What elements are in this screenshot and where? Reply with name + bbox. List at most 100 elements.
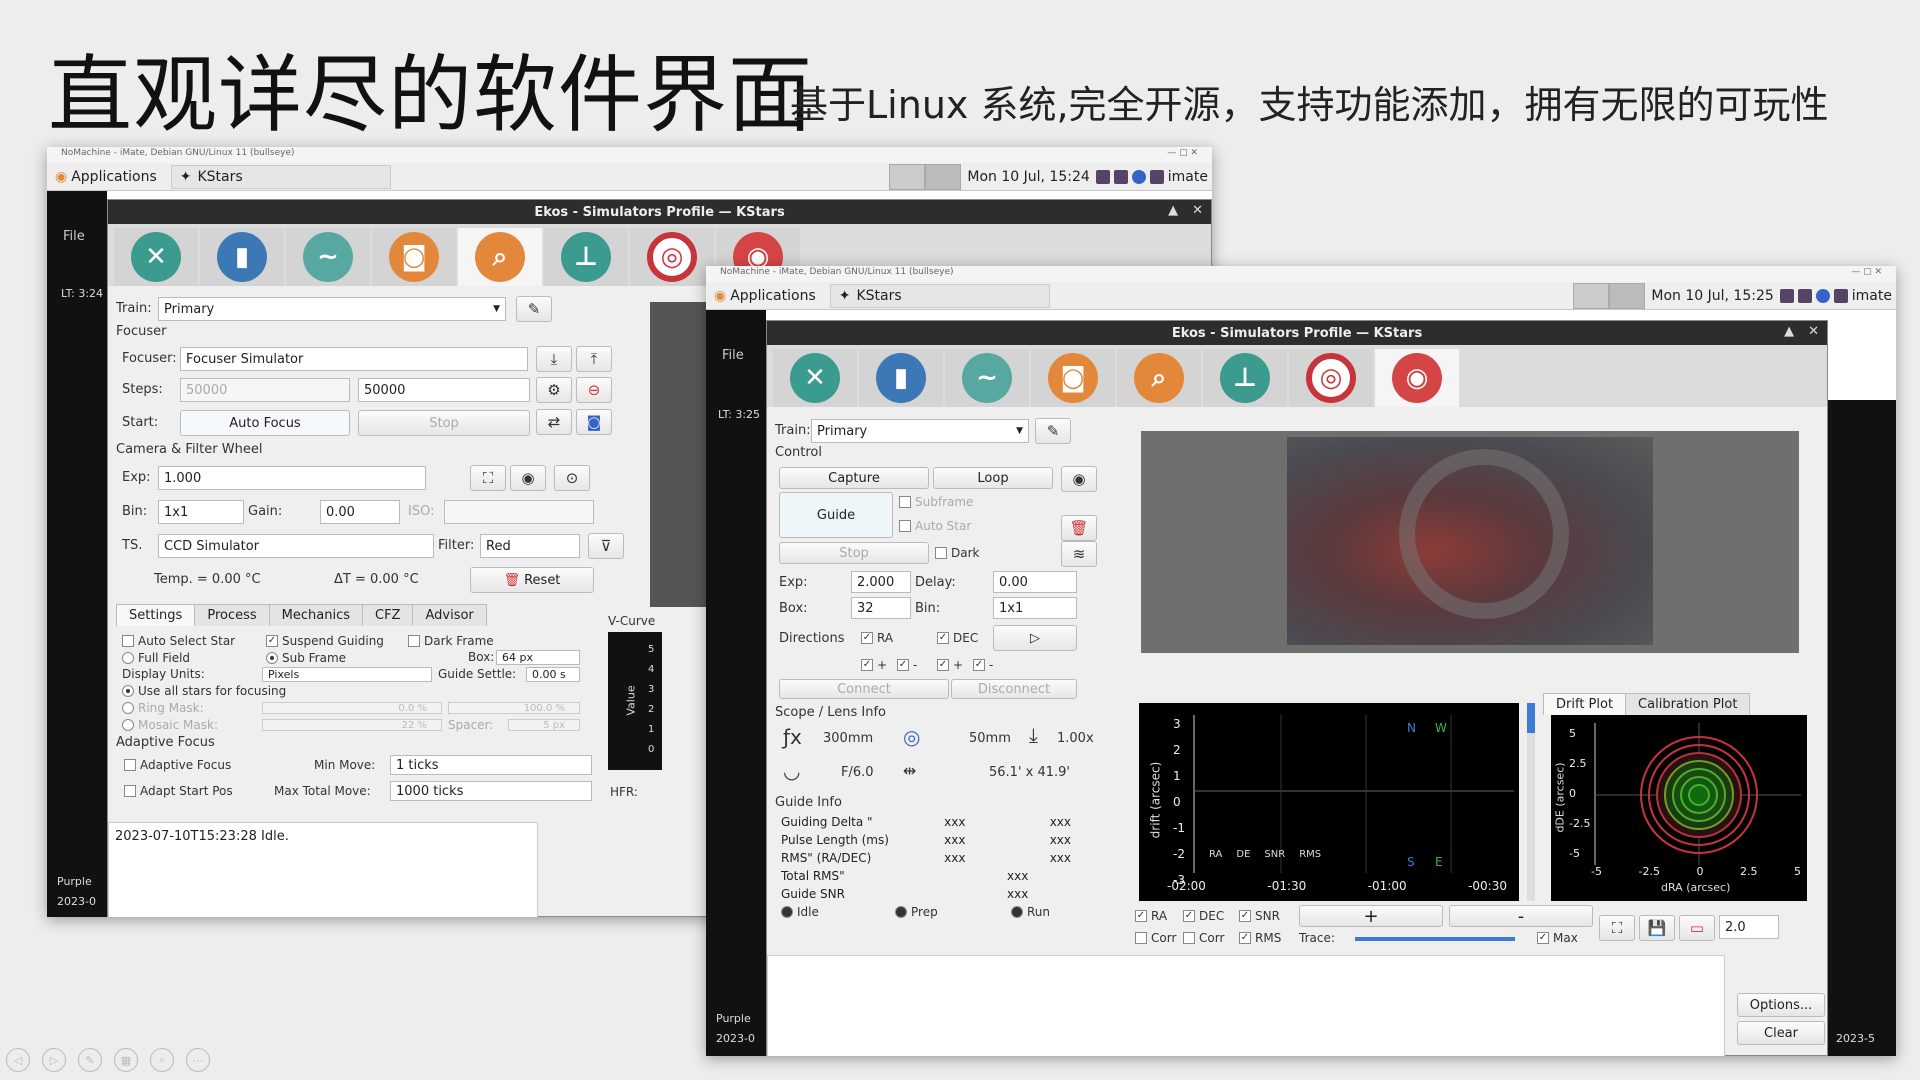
show-desktop-button-right[interactable]: [1573, 282, 1610, 309]
applications-menu-right[interactable]: ◉ Applications: [706, 288, 824, 304]
steps-target-field[interactable]: 50000: [358, 378, 530, 402]
stop-guide-button[interactable]: Stop: [779, 542, 929, 564]
exposure-field[interactable]: 1.000: [158, 466, 426, 490]
max-total-move-field[interactable]: 1000 ticks: [390, 781, 592, 801]
capture-button[interactable]: Capture: [779, 467, 929, 489]
tab-scheduler[interactable]: ▮: [200, 228, 284, 286]
adaptive-focus-checkbox[interactable]: Adaptive Focus: [124, 758, 231, 772]
workspace-button[interactable]: [925, 163, 962, 190]
tab-analyze[interactable]: ~: [286, 228, 370, 286]
bluetooth-icon[interactable]: [1815, 288, 1830, 303]
keep-above-icon[interactable]: ▲: [1168, 203, 1178, 218]
steps-field[interactable]: 50000: [180, 378, 350, 402]
file-menu[interactable]: File: [63, 229, 85, 244]
focuser-select[interactable]: Focuser Simulator: [180, 347, 528, 371]
ring-mask-radio[interactable]: Ring Mask:: [122, 701, 204, 715]
delay-field[interactable]: 0.00: [993, 571, 1077, 593]
zoom-in-button[interactable]: +: [1299, 905, 1443, 927]
tab-guide[interactable]: ◉: [1375, 349, 1459, 407]
network-icon[interactable]: [1779, 288, 1794, 303]
ra-direction-checkbox[interactable]: ✓ RA: [861, 631, 893, 645]
spacer-field[interactable]: 5 px: [508, 719, 580, 731]
frame-icon-button[interactable]: ⛶: [470, 465, 506, 491]
bluetooth-icon[interactable]: [1131, 169, 1146, 184]
iso-select[interactable]: [444, 500, 594, 524]
clear-star-button[interactable]: 🗑: [1061, 515, 1097, 541]
dark-checkbox[interactable]: Dark: [935, 546, 979, 560]
camera-select[interactable]: CCD Simulator: [158, 534, 434, 558]
preview-icon-button[interactable]: ⊙: [554, 465, 590, 491]
clear-log-button[interactable]: Clear: [1737, 1021, 1825, 1045]
corr-dec-checkbox[interactable]: Corr: [1183, 931, 1224, 945]
user-label[interactable]: imate: [1168, 169, 1208, 185]
tab-scheduler[interactable]: ▮: [859, 349, 943, 407]
dec-direction-checkbox[interactable]: ✓ DEC: [937, 631, 978, 645]
subframe-checkbox[interactable]: Subframe: [899, 495, 973, 509]
tab-capture[interactable]: ◙: [1031, 349, 1115, 407]
auto-star-checkbox[interactable]: Auto Star: [899, 519, 971, 533]
tab-mount[interactable]: ⊥: [544, 228, 628, 286]
applications-menu[interactable]: ◉ Applications: [47, 169, 165, 185]
trace-slider[interactable]: [1355, 937, 1515, 941]
network-icon[interactable]: [1095, 169, 1110, 184]
filter-select[interactable]: Red: [480, 534, 580, 558]
zoom-out-button[interactable]: -: [1449, 905, 1593, 927]
tab-align[interactable]: ◎: [630, 228, 714, 286]
clock-right[interactable]: Mon 10 Jul, 15:25: [1645, 288, 1779, 304]
pen-icon[interactable]: ✎: [78, 1048, 102, 1072]
gain-field[interactable]: 0.00: [320, 500, 400, 524]
tab-align[interactable]: ◎: [1289, 349, 1373, 407]
tab-setup[interactable]: ✕: [773, 349, 857, 407]
direction-arrow-button[interactable]: ▷: [993, 625, 1077, 651]
adapt-start-pos-checkbox[interactable]: Adapt Start Pos: [124, 784, 233, 798]
guide-settle-field[interactable]: 0.00 s: [526, 667, 580, 682]
tab-analyze[interactable]: ~: [945, 349, 1029, 407]
capture-frame-button[interactable]: ◙: [576, 409, 612, 435]
max-checkbox[interactable]: ✓ Max: [1537, 931, 1578, 945]
corr-ra-checkbox[interactable]: Corr: [1135, 931, 1176, 945]
suspend-guiding-checkbox[interactable]: ✓ Suspend Guiding: [266, 634, 384, 648]
snr-plot-checkbox[interactable]: ✓ SNR: [1239, 909, 1280, 923]
tab-cfz[interactable]: CFZ: [362, 604, 414, 626]
sub-frame-radio[interactable]: Sub Frame: [266, 651, 346, 665]
filter-icon-button[interactable]: ⊽: [588, 533, 624, 559]
edit-train-button[interactable]: ✎: [516, 296, 552, 322]
tab-focus[interactable]: ⌕: [458, 228, 542, 286]
tab-drift-plot[interactable]: Drift Plot: [1543, 693, 1627, 715]
focus-in-button[interactable]: ⤓: [536, 346, 572, 372]
tab-calibration-plot[interactable]: Calibration Plot: [1625, 693, 1751, 715]
close-icon[interactable]: ✕: [1808, 324, 1819, 339]
ra-plot-checkbox[interactable]: ✓ RA: [1135, 909, 1167, 923]
box-select-right[interactable]: 32: [851, 597, 911, 619]
keep-above-icon[interactable]: ▲: [1784, 324, 1794, 339]
stop-motion-button[interactable]: ⊖: [576, 377, 612, 403]
ring-mask-outer-field[interactable]: 100.0 %: [448, 702, 580, 714]
reset-button[interactable]: 🗑 Reset: [470, 567, 594, 593]
dark-frame-checkbox[interactable]: Dark Frame: [408, 634, 494, 648]
min-move-field[interactable]: 1 ticks: [390, 755, 592, 775]
focus-out-button[interactable]: ⤒: [576, 346, 612, 372]
mosaic-mask-field[interactable]: 22 %: [262, 719, 442, 731]
tab-advisor[interactable]: Advisor: [412, 604, 487, 626]
reset-frame-button[interactable]: ⇄: [536, 409, 572, 435]
tab-mechanics[interactable]: Mechanics: [268, 604, 363, 626]
bin-select[interactable]: 1x1: [158, 500, 244, 524]
focus-settings-button[interactable]: ⚙: [536, 377, 572, 403]
guide-button[interactable]: Guide: [779, 492, 893, 538]
zoom-field[interactable]: 2.0: [1719, 915, 1779, 939]
box-field[interactable]: 64 px: [496, 650, 580, 665]
dark-library-button[interactable]: ≋: [1061, 541, 1097, 567]
auto-focus-button[interactable]: Auto Focus: [180, 410, 350, 436]
grid-icon[interactable]: ▦: [114, 1048, 138, 1072]
drift-scrollbar[interactable]: [1527, 703, 1535, 901]
edit-train-button-right[interactable]: ✎: [1035, 418, 1071, 444]
loop-button[interactable]: Loop: [933, 467, 1053, 489]
use-all-stars-radio[interactable]: Use all stars for focusing: [122, 684, 286, 698]
tab-settings[interactable]: Settings: [116, 604, 196, 626]
show-desktop-button[interactable]: [889, 163, 926, 190]
ra-plus-checkbox[interactable]: ✓ +: [861, 658, 887, 672]
rms-plot-checkbox[interactable]: ✓ RMS: [1239, 931, 1281, 945]
user-label-right[interactable]: imate: [1852, 288, 1892, 304]
disconnect-button[interactable]: Disconnect: [951, 679, 1077, 699]
clear-plot-button[interactable]: ▭: [1679, 915, 1715, 941]
